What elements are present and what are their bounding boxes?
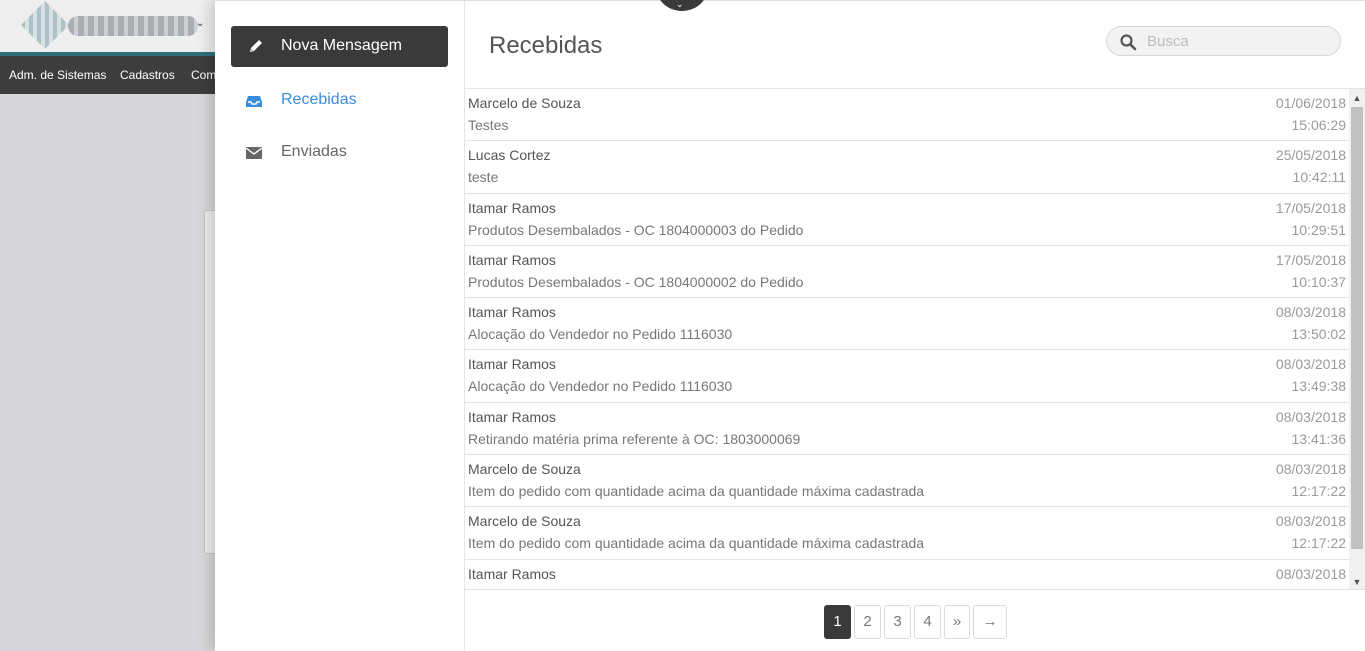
scroll-up-arrow-icon[interactable]: ▲ xyxy=(1349,91,1365,105)
message-row[interactable]: Itamar Ramos Produtos Desembalados - OC 1… xyxy=(465,194,1349,246)
pencil-icon xyxy=(250,40,262,52)
message-row[interactable]: Itamar Ramos Produtos Desembalados - OC 1… xyxy=(465,246,1349,299)
message-sender: Marcelo de Souza xyxy=(468,513,581,530)
inbox-label: Recebidas xyxy=(281,91,357,108)
nav-item-adm-sistemas[interactable]: Adm. de Sistemas xyxy=(9,68,106,82)
scroll-down-arrow-icon[interactable]: ▼ xyxy=(1349,575,1365,589)
message-time: 10:29:51 xyxy=(1291,221,1347,238)
message-date: 08/03/2018 xyxy=(1275,356,1346,373)
message-time: 10:10:37 xyxy=(1291,273,1347,290)
page-3-button[interactable]: 3 xyxy=(884,605,911,639)
message-row[interactable]: Marcelo de Souza Testes 01/06/2018 15:06:29 xyxy=(465,89,1349,142)
message-subject: Item do pedido com quantidade acima da q… xyxy=(468,483,925,500)
message-date: 17/05/2018 xyxy=(1275,251,1346,268)
message-time: 12:17:22 xyxy=(1291,535,1347,552)
page-2-button[interactable]: 2 xyxy=(854,605,881,639)
message-sender: Itamar Ramos xyxy=(468,408,556,425)
search-icon xyxy=(1120,34,1137,51)
message-sender: Itamar Ramos xyxy=(468,251,556,268)
message-list: Marcelo de Souza Testes 01/06/2018 15:06:29… xyxy=(465,89,1349,589)
messages-menu: Nova Mensagem Recebidas Enviadas xyxy=(215,1,465,651)
message-sender: Itamar Ramos xyxy=(468,356,556,373)
page-title: Recebidas xyxy=(489,32,603,59)
message-date: 08/03/2018 xyxy=(1275,565,1346,582)
message-time: 12:17:22 xyxy=(1291,483,1347,500)
message-subject: Testes xyxy=(468,117,509,133)
message-sender: Lucas Cortez xyxy=(468,147,551,164)
nav-item-truncated[interactable]: Com xyxy=(191,68,216,82)
logo-wordmark xyxy=(68,16,198,36)
message-time: 13:49:38 xyxy=(1291,378,1347,395)
scrollbar[interactable]: ▲ ▼ xyxy=(1349,89,1365,589)
message-row[interactable]: Itamar Ramos Retirando matéria prima refe… xyxy=(465,403,1349,456)
message-time: 13:41:36 xyxy=(1291,430,1347,447)
message-time: 13:50:02 xyxy=(1291,326,1347,343)
message-sender: Itamar Ramos xyxy=(468,304,556,321)
envelope-icon xyxy=(245,147,263,159)
messages-main: Recebidas Marcelo de Souza Testes 01/06/20… xyxy=(465,1,1365,651)
message-date: 08/03/2018 xyxy=(1275,461,1346,478)
message-sender: Marcelo de Souza xyxy=(468,95,581,111)
message-list-container: Marcelo de Souza Testes 01/06/2018 15:06:29… xyxy=(465,88,1365,590)
message-subject: Item do pedido com quantidade acima da q… xyxy=(468,535,925,552)
message-date: 01/06/2018 xyxy=(1275,95,1346,111)
inbox-tray-icon xyxy=(246,96,262,107)
menu-item-sent[interactable]: Enviadas xyxy=(231,135,448,171)
message-sender: Itamar Ramos xyxy=(468,199,556,216)
search-input[interactable] xyxy=(1147,31,1332,51)
message-date: 08/03/2018 xyxy=(1275,408,1346,425)
message-row[interactable]: Itamar Ramos 08/03/2018 xyxy=(465,560,1349,589)
sent-label: Enviadas xyxy=(281,143,347,160)
new-message-label: Nova Mensagem xyxy=(281,37,402,54)
message-row[interactable]: Itamar Ramos Alocação do Vendedor no Pedi… xyxy=(465,298,1349,351)
message-time: 10:42:11 xyxy=(1292,169,1346,186)
message-sender: Itamar Ramos xyxy=(468,565,556,582)
message-time: 15:06:29 xyxy=(1291,117,1347,133)
message-date: 08/03/2018 xyxy=(1275,513,1346,530)
scrollbar-thumb[interactable] xyxy=(1351,107,1363,549)
message-subject: teste xyxy=(468,169,499,186)
company-logo[interactable]: ⌄ xyxy=(20,0,204,50)
next-page-button[interactable]: → xyxy=(973,605,1007,639)
messages-panel: ⌄ Nova Mensagem Recebidas Enviadas Receb… xyxy=(215,0,1365,651)
next-pages-button[interactable]: » xyxy=(944,605,970,639)
logo-mark xyxy=(20,0,70,50)
page-4-button[interactable]: 4 xyxy=(914,605,941,639)
message-date: 08/03/2018 xyxy=(1275,304,1346,321)
message-subject: Produtos Desembalados - OC 1804000003 do… xyxy=(468,221,804,238)
message-row[interactable]: Marcelo de Souza Item do pedido com quant… xyxy=(465,507,1349,560)
new-message-button[interactable]: Nova Mensagem xyxy=(231,26,448,67)
nav-item-cadastros[interactable]: Cadastros xyxy=(120,68,175,82)
message-row[interactable]: Marcelo de Souza Item do pedido com quant… xyxy=(465,455,1349,508)
message-subject: Alocação do Vendedor no Pedido 1116030 xyxy=(468,378,733,395)
menu-item-inbox[interactable]: Recebidas xyxy=(231,83,448,119)
message-subject: Retirando matéria prima referente à OC: … xyxy=(468,430,801,447)
message-sender: Marcelo de Souza xyxy=(468,461,581,478)
message-date: 25/05/2018 xyxy=(1275,147,1346,164)
message-date: 17/05/2018 xyxy=(1275,199,1346,216)
search-box[interactable] xyxy=(1106,26,1341,56)
message-row[interactable]: Itamar Ramos Alocação do Vendedor no Pedi… xyxy=(465,350,1349,403)
page-1-button[interactable]: 1 xyxy=(824,605,851,639)
message-subject: Produtos Desembalados - OC 1804000002 do… xyxy=(468,273,804,290)
chevron-down-icon: ⌄ xyxy=(196,18,205,29)
message-row[interactable]: Lucas Cortez teste 25/05/2018 10:42:11 xyxy=(465,141,1349,194)
message-subject: Alocação do Vendedor no Pedido 1116030 xyxy=(468,326,733,343)
